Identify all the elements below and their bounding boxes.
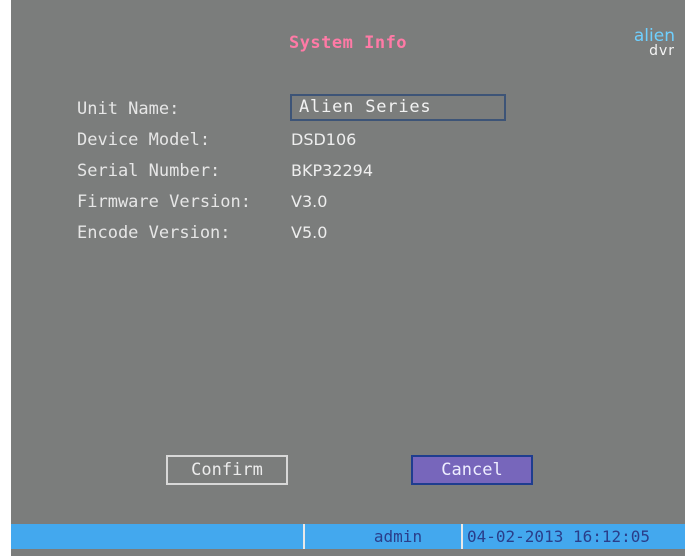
device-model-value: DSD106 <box>291 130 357 149</box>
page-title: System Info <box>288 33 408 53</box>
serial-number-label: Serial Number: <box>77 161 221 181</box>
status-bar-left-segment <box>11 524 301 549</box>
device-model-label: Device Model: <box>77 130 211 150</box>
status-user: admin <box>303 524 461 549</box>
encode-version-value: V5.0 <box>291 223 328 242</box>
serial-number-value: BKP32294 <box>291 161 374 180</box>
encode-version-label: Encode Version: <box>77 223 231 243</box>
firmware-version-label: Firmware Version: <box>77 192 251 212</box>
system-info-screen: System Info alien dvr Unit Name: Alien S… <box>11 0 685 556</box>
logo-text-dvr: dvr <box>649 43 675 59</box>
unit-name-label: Unit Name: <box>77 99 180 119</box>
confirm-button[interactable]: Confirm <box>166 455 288 485</box>
cancel-button[interactable]: Cancel <box>411 455 533 485</box>
unit-name-input[interactable]: Alien Series <box>290 94 506 121</box>
alien-dvr-logo: alien dvr <box>621 28 675 59</box>
status-bar: admin 04-02-2013 16:12:05 <box>11 524 685 549</box>
firmware-version-value: V3.0 <box>291 192 328 211</box>
status-datetime: 04-02-2013 16:12:05 <box>461 524 685 549</box>
